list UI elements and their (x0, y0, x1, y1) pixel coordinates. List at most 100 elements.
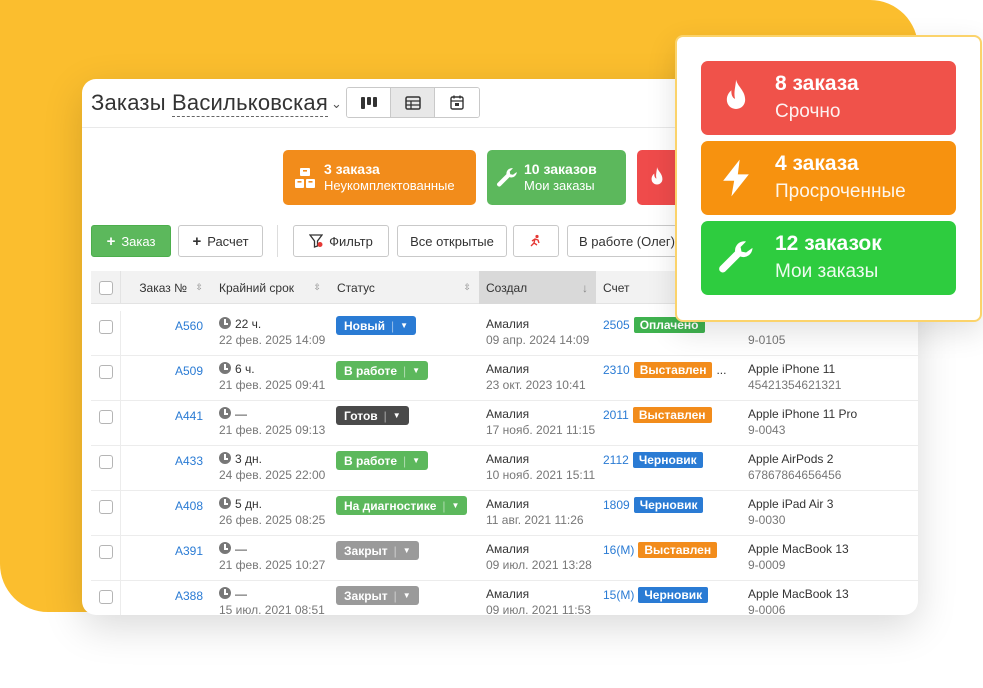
wrench-icon (494, 165, 520, 191)
wrench-icon (714, 236, 758, 280)
column-label: Статус (337, 280, 375, 295)
view-table-button[interactable] (391, 88, 435, 117)
chevron-down-icon: ▼ (400, 321, 409, 330)
created-at: 09 апр. 2024 14:09 (486, 333, 590, 347)
calendar-icon (450, 95, 464, 110)
filter-icon (309, 234, 324, 248)
created-cell: Амалия 09 июл. 2021 11:53 (486, 587, 591, 615)
select-all-checkbox[interactable] (98, 280, 113, 295)
created-by: Амалия (486, 542, 530, 556)
table-row[interactable]: A388 — 15 июл. 2021 08:51 Закрыт | ▼ Амалия 09 … (91, 581, 918, 615)
order-number-link[interactable]: A388 (121, 589, 203, 603)
deadline-date: 22 фев. 2025 14:09 (219, 333, 326, 347)
invoice-link[interactable]: 2011 (603, 408, 629, 422)
table-row[interactable]: A509 6 ч. 21 фев. 2025 09:41 В работе | ▼ Амал… (91, 356, 918, 401)
deadline-remaining-text: 22 ч. (235, 317, 262, 331)
row-checkbox[interactable] (98, 320, 113, 334)
invoice-link[interactable]: 16(M) (603, 543, 634, 557)
order-number-link[interactable]: A560 (121, 319, 203, 333)
device-serial: 9-0006 (748, 603, 786, 615)
created-cell: Амалия 09 июл. 2021 13:28 (486, 542, 592, 572)
all-open-button[interactable]: Все открытые (397, 225, 507, 257)
page-title-text: Заказы (91, 90, 166, 115)
deadline-remaining-text: — (235, 407, 247, 421)
status-dropdown[interactable]: В работе | ▼ (336, 361, 429, 380)
chevron-down-icon[interactable]: ⌄ (331, 96, 342, 111)
status-cell: В работе | ▼ (336, 361, 429, 380)
status-dropdown[interactable]: Закрыт | ▼ (336, 586, 419, 605)
highlight-tile[interactable]: 12 заказок Мои заказы (701, 221, 956, 295)
invoice-link[interactable]: 2112 (603, 453, 629, 467)
branch-selector[interactable]: Васильковская (172, 90, 328, 117)
runner-filter-button[interactable] (513, 225, 559, 257)
order-number-link[interactable]: A509 (121, 364, 203, 378)
highlight-label: Просроченные (775, 181, 906, 202)
order-number-link[interactable]: A391 (121, 544, 203, 558)
status-cell: Готов | ▼ (336, 406, 409, 425)
created-cell: Амалия 17 нояб. 2021 11:15 (486, 407, 595, 437)
column-deadline[interactable]: Крайний срок ⇳ (211, 271, 329, 304)
invoice-cell: 1809 Черновик (603, 497, 704, 513)
view-kanban-button[interactable] (347, 88, 391, 117)
row-select-cell (91, 356, 121, 401)
status-dropdown[interactable]: Новый | ▼ (336, 316, 417, 335)
row-checkbox[interactable] (98, 500, 113, 514)
page-title: Заказы Васильковская ⌄ (91, 90, 342, 117)
status-label: Новый (344, 318, 385, 333)
highlight-tile[interactable]: 8 заказа Срочно (701, 61, 956, 135)
sort-icon: ⇳ (313, 282, 321, 292)
column-created-by[interactable]: Создал ↓ (479, 271, 596, 304)
status-dropdown[interactable]: Закрыт | ▼ (336, 541, 419, 560)
order-number-link[interactable]: A408 (121, 499, 203, 513)
invoice-link[interactable]: 1809 (603, 498, 630, 512)
in-work-label: В работе (Олег) (579, 233, 675, 249)
deadline-date: 15 июл. 2021 08:51 (219, 603, 325, 615)
status-label: На диагностике (344, 498, 437, 513)
invoice-link[interactable]: 15(M) (603, 588, 634, 602)
filter-label: Фильтр (329, 233, 373, 249)
invoice-status-badge: Черновик (638, 587, 709, 603)
row-select-cell (91, 401, 121, 446)
deadline-remaining-text: 5 дн. (235, 497, 262, 511)
filter-button[interactable]: Фильтр (293, 225, 389, 257)
deadline-cell: 3 дн. 24 фев. 2025 22:00 (219, 452, 325, 482)
device-serial: 45421354621321 (748, 378, 842, 392)
column-status[interactable]: Статус ⇳ (329, 271, 479, 304)
row-checkbox[interactable] (98, 455, 113, 469)
calculation-label: Расчет (207, 233, 249, 249)
view-calendar-button[interactable] (435, 88, 479, 117)
status-cell: На диагностике | ▼ (336, 496, 468, 515)
highlight-count: 8 заказа (775, 72, 859, 95)
row-checkbox[interactable] (98, 545, 113, 559)
row-checkbox[interactable] (98, 590, 113, 604)
calculation-button[interactable]: + Расчет (178, 225, 263, 257)
device-name: Apple iPad Air 3 (748, 497, 834, 511)
add-order-button[interactable]: + Заказ (91, 225, 171, 257)
row-checkbox[interactable] (98, 365, 113, 379)
created-cell: Амалия 09 апр. 2024 14:09 (486, 317, 589, 347)
deadline-cell: 6 ч. 21 фев. 2025 09:41 (219, 362, 325, 392)
table-row[interactable]: A391 — 21 фев. 2025 10:27 Закрыт | ▼ Амалия 09 … (91, 536, 918, 581)
summary-tile[interactable]: 3 заказа Неукомплектованные (283, 150, 476, 205)
status-dropdown[interactable]: В работе | ▼ (336, 451, 429, 470)
order-number-link[interactable]: A441 (121, 409, 203, 423)
table-row[interactable]: A441 — 21 фев. 2025 09:13 Готов | ▼ Амалия 17 н… (91, 401, 918, 446)
status-dropdown[interactable]: На диагностике | ▼ (336, 496, 468, 515)
order-number-link[interactable]: A433 (121, 454, 203, 468)
highlight-tile[interactable]: 4 заказа Просроченные (701, 141, 956, 215)
row-checkbox[interactable] (98, 410, 113, 424)
invoice-link[interactable]: 2310 (603, 363, 630, 377)
summary-tile[interactable]: 10 заказов Мои заказы (487, 150, 626, 205)
column-order-number[interactable]: Заказ № ⇳ (121, 271, 211, 304)
clock-icon (219, 317, 231, 329)
invoice-link[interactable]: 2505 (603, 318, 630, 332)
table-row[interactable]: A408 5 дн. 26 фев. 2025 08:25 На диагностик… (91, 491, 918, 536)
highlight-label: Мои заказы (775, 261, 879, 282)
status-separator: | (393, 588, 397, 603)
created-at: 17 нояб. 2021 11:15 (486, 423, 596, 437)
table-row[interactable]: A433 3 дн. 24 фев. 2025 22:00 В работе | ▼ Ама… (91, 446, 918, 491)
in-work-filter-button[interactable]: В работе (Олег) (567, 225, 687, 257)
invoice-more: ... (716, 363, 727, 377)
tile-count: 10 заказов (524, 161, 597, 178)
status-dropdown[interactable]: Готов | ▼ (336, 406, 409, 425)
